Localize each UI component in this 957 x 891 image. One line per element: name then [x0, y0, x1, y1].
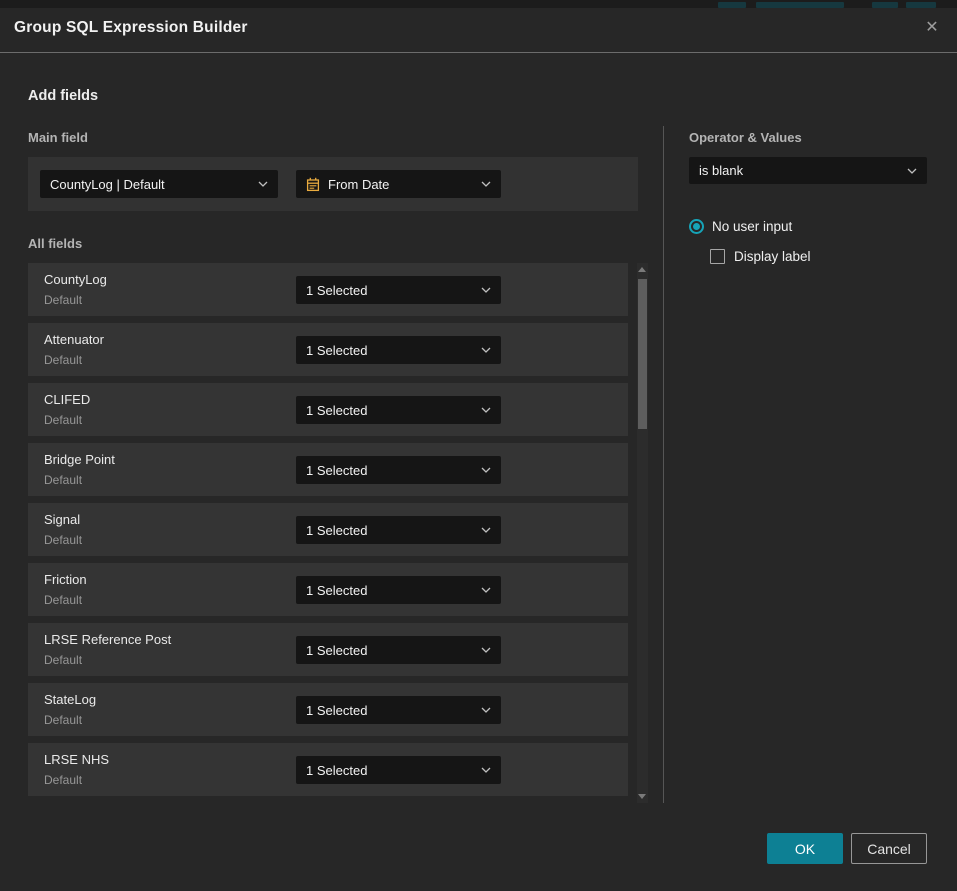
- field-selected-dropdown[interactable]: 1 Selected: [296, 276, 501, 304]
- radio-selected-icon: [689, 219, 704, 234]
- field-subtitle: Default: [44, 293, 82, 307]
- field-subtitle: Default: [44, 653, 82, 667]
- field-selected-value: 1 Selected: [306, 463, 367, 478]
- chevron-down-icon: [481, 767, 491, 773]
- add-fields-heading: Add fields: [28, 88, 98, 104]
- background-app-chrome: [0, 0, 957, 8]
- operator-select-value: is blank: [699, 163, 743, 178]
- field-selected-dropdown[interactable]: 1 Selected: [296, 696, 501, 724]
- field-selected-value: 1 Selected: [306, 403, 367, 418]
- chevron-down-icon: [481, 287, 491, 293]
- main-field-panel: CountyLog | Default From Date: [28, 157, 638, 211]
- checkbox-unchecked-icon: [710, 249, 725, 264]
- field-list-item: CLIFED Default 1 Selected: [28, 383, 628, 436]
- field-selected-dropdown[interactable]: 1 Selected: [296, 396, 501, 424]
- field-subtitle: Default: [44, 713, 82, 727]
- chevron-down-icon: [481, 407, 491, 413]
- operator-values-heading: Operator & Values: [689, 130, 802, 145]
- layer-select-value: CountyLog | Default: [50, 177, 165, 192]
- field-selected-dropdown[interactable]: 1 Selected: [296, 516, 501, 544]
- field-list-item: StateLog Default 1 Selected: [28, 683, 628, 736]
- field-name: CLIFED: [44, 392, 90, 407]
- calendar-icon: [306, 177, 320, 192]
- field-subtitle: Default: [44, 593, 82, 607]
- chevron-down-icon: [481, 181, 491, 187]
- main-field-label: Main field: [28, 130, 88, 145]
- operator-select[interactable]: is blank: [689, 157, 927, 184]
- field-selected-dropdown[interactable]: 1 Selected: [296, 636, 501, 664]
- scroll-up-icon[interactable]: [638, 267, 646, 272]
- field-subtitle: Default: [44, 353, 82, 367]
- field-name: Attenuator: [44, 332, 104, 347]
- dialog-footer: OK Cancel: [0, 833, 957, 864]
- field-selected-value: 1 Selected: [306, 283, 367, 298]
- main-field-date-select[interactable]: From Date: [296, 170, 501, 198]
- field-selected-value: 1 Selected: [306, 343, 367, 358]
- group-sql-expression-builder-dialog: Group SQL Expression Builder ✕ Add field…: [0, 8, 957, 891]
- chevron-down-icon: [481, 647, 491, 653]
- field-subtitle: Default: [44, 533, 82, 547]
- display-label-checkbox[interactable]: Display label: [710, 249, 811, 264]
- panel-divider: [663, 126, 664, 803]
- field-list-item: Signal Default 1 Selected: [28, 503, 628, 556]
- field-list-item: Attenuator Default 1 Selected: [28, 323, 628, 376]
- chevron-down-icon: [258, 181, 268, 187]
- field-name: Bridge Point: [44, 452, 115, 467]
- all-fields-list: CountyLog Default 1 Selected Attenuator …: [28, 263, 628, 803]
- chevron-down-icon: [481, 347, 491, 353]
- scrollbar-thumb[interactable]: [638, 279, 647, 429]
- field-list-item: Friction Default 1 Selected: [28, 563, 628, 616]
- cancel-button[interactable]: Cancel: [851, 833, 927, 864]
- chevron-down-icon: [481, 467, 491, 473]
- no-user-input-radio[interactable]: No user input: [689, 219, 792, 234]
- field-subtitle: Default: [44, 773, 82, 787]
- field-name: LRSE Reference Post: [44, 632, 171, 647]
- radio-label: No user input: [712, 219, 792, 234]
- field-subtitle: Default: [44, 473, 82, 487]
- field-name: Friction: [44, 572, 87, 587]
- field-list-item: LRSE NHS Default 1 Selected: [28, 743, 628, 796]
- all-fields-label: All fields: [28, 236, 82, 251]
- fields-list-scrollbar[interactable]: [637, 263, 648, 803]
- chevron-down-icon: [481, 587, 491, 593]
- field-name: LRSE NHS: [44, 752, 109, 767]
- checkbox-label: Display label: [734, 249, 811, 264]
- field-name: CountyLog: [44, 272, 107, 287]
- chevron-down-icon: [481, 707, 491, 713]
- date-select-value: From Date: [328, 177, 389, 192]
- dialog-header: Group SQL Expression Builder ✕: [0, 8, 957, 53]
- field-list-item: Bridge Point Default 1 Selected: [28, 443, 628, 496]
- field-list-item: CountyLog Default 1 Selected: [28, 263, 628, 316]
- field-selected-value: 1 Selected: [306, 583, 367, 598]
- close-icon[interactable]: ✕: [921, 17, 943, 39]
- field-selected-value: 1 Selected: [306, 763, 367, 778]
- field-selected-value: 1 Selected: [306, 643, 367, 658]
- chevron-down-icon: [907, 168, 917, 174]
- field-selected-value: 1 Selected: [306, 703, 367, 718]
- field-selected-dropdown[interactable]: 1 Selected: [296, 336, 501, 364]
- main-field-layer-select[interactable]: CountyLog | Default: [40, 170, 278, 198]
- field-selected-dropdown[interactable]: 1 Selected: [296, 756, 501, 784]
- chevron-down-icon: [481, 527, 491, 533]
- ok-button[interactable]: OK: [767, 833, 843, 864]
- field-selected-value: 1 Selected: [306, 523, 367, 538]
- field-name: StateLog: [44, 692, 96, 707]
- field-subtitle: Default: [44, 413, 82, 427]
- field-selected-dropdown[interactable]: 1 Selected: [296, 576, 501, 604]
- scroll-down-icon[interactable]: [638, 794, 646, 799]
- field-selected-dropdown[interactable]: 1 Selected: [296, 456, 501, 484]
- field-name: Signal: [44, 512, 80, 527]
- field-list-item: LRSE Reference Post Default 1 Selected: [28, 623, 628, 676]
- dialog-title: Group SQL Expression Builder: [14, 19, 248, 37]
